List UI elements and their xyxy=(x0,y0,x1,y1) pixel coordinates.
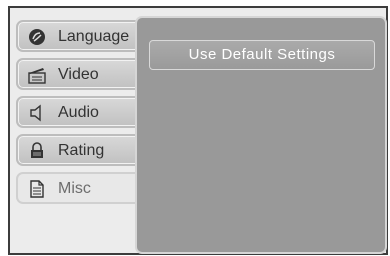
lock-icon xyxy=(28,142,46,160)
tab-audio-label: Audio xyxy=(58,104,99,121)
tab-language[interactable]: Language xyxy=(16,20,151,52)
tab-misc[interactable]: Misc xyxy=(16,172,151,204)
tab-video[interactable]: Video xyxy=(16,58,151,90)
tab-language-label: Language xyxy=(58,28,130,45)
speaker-icon xyxy=(28,104,46,122)
tab-misc-label: Misc xyxy=(58,180,91,197)
video-clapper-icon xyxy=(28,66,46,84)
tab-rating[interactable]: Rating xyxy=(16,134,151,166)
misc-settings-panel: Use Default Settings xyxy=(135,16,387,254)
language-disc-icon xyxy=(28,28,46,46)
use-default-settings-button[interactable]: Use Default Settings xyxy=(149,40,375,70)
dvd-setup-screen: Language Video Audio Rating Misc Use Def… xyxy=(8,6,388,255)
tab-rating-label: Rating xyxy=(58,142,105,159)
tab-audio[interactable]: Audio xyxy=(16,96,151,128)
tab-video-label: Video xyxy=(58,66,99,83)
document-icon xyxy=(28,180,46,198)
